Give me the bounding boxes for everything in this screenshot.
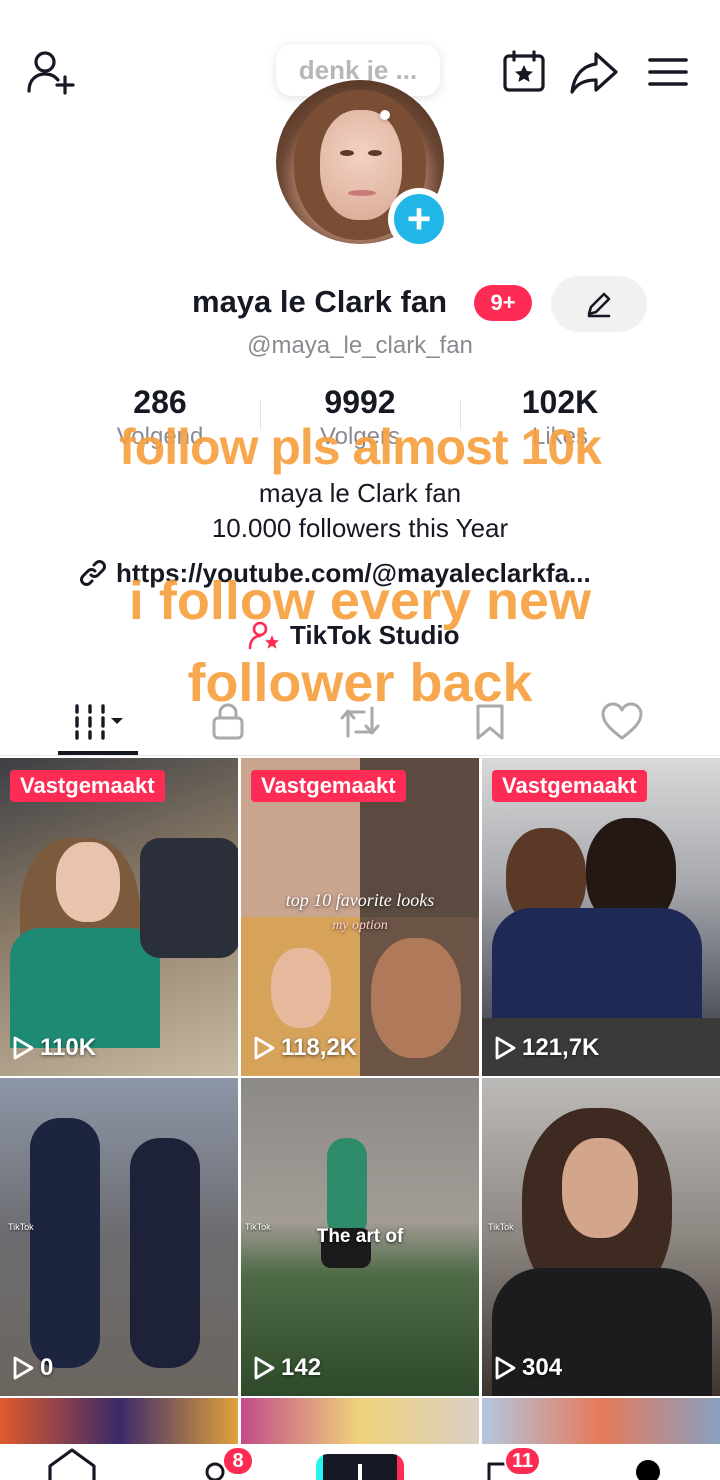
view-count: 0: [12, 1354, 53, 1382]
add-friend-icon[interactable]: [24, 46, 76, 98]
add-story-button[interactable]: +: [388, 188, 450, 250]
bubble-dot: [380, 110, 390, 120]
view-count: 142: [253, 1354, 321, 1382]
tiktok-studio-link[interactable]: TikTok Studio: [248, 618, 459, 652]
nav-inbox[interactable]: 11: [470, 1444, 542, 1480]
video-thumbnail[interactable]: Vastgemaakt 121,7K: [482, 758, 720, 1076]
tiktok-watermark: TikTok: [8, 1222, 34, 1232]
view-count: 110K: [12, 1034, 96, 1062]
repost-icon: [340, 706, 380, 738]
video-thumbnail[interactable]: TikTok 0: [0, 1078, 238, 1396]
view-count-text: 110K: [40, 1034, 97, 1061]
heart-icon: [601, 702, 643, 740]
edit-profile-button[interactable]: [551, 276, 647, 332]
pencil-icon: [587, 292, 611, 318]
name-row: maya le Clark fan 9+: [0, 276, 720, 332]
favorites-tab[interactable]: [440, 688, 540, 756]
home-icon: [48, 1448, 96, 1480]
display-name: maya le Clark fan: [192, 284, 448, 319]
studio-label: TikTok Studio: [290, 619, 460, 650]
notification-badge[interactable]: 9+: [474, 285, 532, 321]
nav-profile[interactable]: [618, 1444, 678, 1480]
play-icon: [495, 1036, 516, 1060]
username-handle: @maya_le_clark_fan: [247, 332, 473, 359]
video-caption: top 10 favorite looks: [285, 890, 435, 910]
nav-create[interactable]: [316, 1444, 404, 1480]
stat-value: 9992: [324, 384, 396, 420]
menu-icon[interactable]: [642, 46, 694, 98]
bottom-navigation: 8 11: [0, 1444, 720, 1480]
plus-icon: [358, 1464, 362, 1480]
friends-badge: 8: [222, 1446, 254, 1476]
calendar-star-icon[interactable]: [498, 46, 550, 98]
private-tab[interactable]: [178, 688, 278, 756]
video-thumbnail[interactable]: top 10 favorite looks my option Vastgema…: [241, 758, 479, 1076]
stat-followers[interactable]: 9992 Volgers: [260, 384, 460, 454]
stat-following[interactable]: 286 Volgend: [60, 384, 260, 454]
creator-icon: [248, 621, 279, 650]
grid-icon: [75, 704, 123, 740]
liked-tab[interactable]: [572, 688, 672, 756]
tiktok-watermark: TikTok: [488, 1222, 514, 1232]
video-thumbnail[interactable]: [482, 1398, 720, 1444]
video-subcaption: my option: [332, 918, 388, 933]
videos-grid-tab[interactable]: [52, 688, 152, 756]
stat-label: Volgend: [116, 423, 204, 450]
view-count: 304: [494, 1354, 562, 1382]
pinned-label: Vastgemaakt: [251, 770, 406, 802]
play-icon: [495, 1356, 516, 1380]
view-count-text: 118,2K: [281, 1034, 358, 1061]
video-thumbnail[interactable]: TikTok The art of 142: [241, 1078, 479, 1396]
share-icon[interactable]: [568, 46, 620, 98]
divider: [260, 400, 261, 430]
lock-icon: [212, 703, 244, 740]
video-thumbnail[interactable]: TikTok 304: [482, 1078, 720, 1396]
pinned-label: Vastgemaakt: [492, 770, 647, 802]
stat-value: 286: [133, 384, 187, 420]
nav-home[interactable]: [40, 1444, 104, 1480]
bio-line-1: maya le Clark fan: [258, 478, 462, 508]
stat-likes[interactable]: 102K Likes: [460, 384, 660, 454]
active-tab-indicator: [58, 751, 138, 755]
view-count-text: 142: [281, 1354, 322, 1381]
stat-label: Likes: [531, 423, 589, 450]
profile-link[interactable]: https://youtube.com/@mayaleclarkfa...: [78, 556, 648, 590]
bookmark-icon: [476, 704, 504, 740]
link-icon: [80, 560, 106, 586]
view-count-text: 304: [522, 1354, 563, 1381]
profile-tabs: [0, 688, 720, 756]
profile-stats: 286 Volgend 9992 Volgers 102K Likes: [60, 384, 660, 454]
nav-friends[interactable]: 8: [186, 1444, 254, 1480]
plus-icon: +: [394, 194, 444, 244]
video-thumbnail[interactable]: [241, 1398, 479, 1444]
profile-icon: [636, 1460, 660, 1480]
video-thumbnail[interactable]: Vastgemaakt 110K: [0, 758, 238, 1076]
pinned-label: Vastgemaakt: [10, 770, 165, 802]
view-count-text: 0: [40, 1354, 54, 1381]
divider: [460, 400, 461, 430]
view-count: 118,2K: [253, 1034, 357, 1062]
view-count-text: 121,7K: [522, 1034, 600, 1061]
bio-line-2: 10.000 followers this Year: [211, 513, 509, 543]
reposts-tab[interactable]: [310, 688, 410, 756]
play-icon: [254, 1036, 275, 1060]
video-caption: The art of: [316, 1226, 404, 1247]
stat-label: Volgers: [319, 423, 401, 450]
video-thumbnail[interactable]: [0, 1398, 238, 1444]
stat-value: 102K: [521, 384, 599, 420]
play-icon: [13, 1036, 34, 1060]
view-count: 121,7K: [494, 1034, 599, 1062]
play-icon: [254, 1356, 275, 1380]
play-icon: [13, 1356, 34, 1380]
inbox-badge: 11: [504, 1446, 542, 1476]
link-text: https://youtube.com/@mayaleclarkfa...: [116, 557, 591, 588]
